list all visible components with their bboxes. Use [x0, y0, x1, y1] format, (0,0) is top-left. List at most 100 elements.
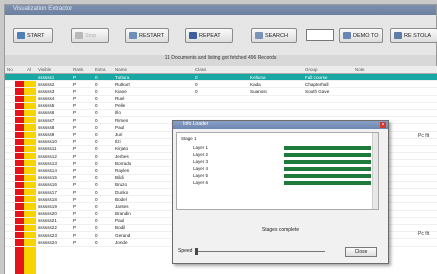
tree-item[interactable]: Layer 6 [193, 180, 208, 185]
cell-id: ssssss7 [38, 117, 55, 123]
cell-name: Juri [115, 132, 123, 137]
window-title: Visualization Extractor [13, 6, 73, 12]
cell-a: P [73, 88, 77, 94]
cell-a: P [73, 196, 77, 202]
cell-b: 0 [95, 239, 98, 245]
slider-thumb[interactable] [195, 248, 198, 255]
cell-name: Tuttura [115, 74, 130, 80]
cell-name: Ilzi [115, 139, 121, 145]
cell-qty: 0 [195, 81, 198, 87]
cell-name: Bruzo [115, 182, 128, 188]
tree-item[interactable]: Layer 5 [193, 173, 208, 178]
cell-id: ssssss8 [38, 124, 55, 130]
dialog-scrollbar[interactable] [372, 133, 378, 209]
start-button[interactable]: START [13, 28, 53, 43]
cell-b: 0 [95, 132, 98, 137]
table-row[interactable]: ssssss5 P 0 Pelle [5, 103, 437, 110]
cell-name: Jonde [115, 239, 128, 245]
cell-a: P [73, 167, 77, 173]
cell-a: P [73, 74, 77, 80]
demo-to-label: DEMO TO [353, 32, 379, 39]
cell-id: ssssss23 [38, 232, 57, 238]
cell-name: Gerand [115, 232, 131, 238]
col-header-rank[interactable]: Rank [73, 67, 84, 72]
cell-id: ssssss10 [38, 139, 57, 145]
demo-to-button[interactable]: DEMO TO [339, 28, 383, 43]
tree-item[interactable]: Layer 1 [193, 145, 208, 150]
cell-id: ssssss12 [38, 153, 57, 159]
grid-header: No Al Visible Rank Extra Name Class Grou… [5, 66, 437, 74]
table-row[interactable]: ssssss1 P 0 Tuttura 0 Keltuna Fall course [5, 74, 437, 82]
cell-a: P [73, 132, 77, 137]
cell-id: ssssss18 [38, 196, 57, 202]
table-row[interactable]: ssssss4 P 0 Ruel [5, 96, 437, 103]
cell-b: 0 [95, 139, 98, 145]
cell-b: 0 [95, 103, 98, 109]
close-button[interactable]: Close [345, 247, 377, 257]
cell-b: 0 [95, 182, 98, 188]
col-header-name[interactable]: Name [115, 67, 127, 72]
cell-id: ssssss9 [38, 132, 55, 137]
col-header-al[interactable]: Al [27, 67, 31, 72]
search-button[interactable]: SEARCH [251, 28, 297, 43]
tree-item[interactable]: Layer 3 [193, 159, 208, 164]
cell-name: Rutkurt [115, 81, 130, 87]
cell-a: P [73, 225, 77, 231]
info-line: 11 Documents and listing got fetched 496… [164, 55, 277, 61]
cell-b: 0 [95, 81, 98, 87]
cell-b: 0 [95, 196, 98, 202]
cell-b: 0 [95, 110, 98, 116]
close-icon[interactable]: × [380, 122, 386, 128]
progress-bar [284, 152, 371, 157]
toolbar: START Stop RESTART REPEAT SEARCH DEMO TO… [5, 15, 437, 61]
stop-button[interactable]: Stop [71, 28, 109, 43]
search-label: SEARCH [265, 32, 288, 39]
restart-label: RESTART [139, 32, 165, 39]
table-row[interactable]: ssssss6 P 0 Illo [5, 110, 437, 118]
stop-label: Stop [85, 32, 97, 39]
table-row[interactable]: ssssss3 P 0 Kiane 0 Suanosi South Gave [5, 88, 437, 96]
col-header-group[interactable]: Group [305, 67, 318, 72]
table-row[interactable]: ssssss2 P 0 Rutkurt 0 Kada Chapterhall [5, 81, 437, 89]
progress-bar [284, 173, 371, 178]
cell-id: ssssss11 [38, 146, 57, 152]
cell-a: P [73, 139, 77, 145]
cell-b: 0 [95, 146, 98, 152]
cell-name: Kiane [115, 88, 127, 94]
cell-b: 0 [95, 225, 98, 231]
cell-id: ssssss3 [38, 88, 55, 94]
cell-name: Bildi [115, 175, 124, 181]
app-window: Visualization Extractor START Stop RESTA… [4, 4, 437, 274]
cell-name: Jerbes [115, 153, 129, 159]
cell-name: Bodel [115, 196, 127, 202]
speed-slider[interactable] [195, 248, 325, 255]
cell-id: ssssss15 [38, 175, 57, 181]
tree-root[interactable]: Stage 1 [181, 136, 197, 141]
cell-id: ssssss22 [38, 225, 57, 231]
cell-b: 0 [95, 96, 98, 102]
cell-id: ssssss2 [38, 81, 55, 87]
cell-a: P [73, 146, 77, 152]
cell-id: ssssss14 [38, 167, 57, 173]
restola-icon [394, 32, 402, 39]
cell-b: 0 [95, 232, 98, 238]
cell-a: P [73, 182, 77, 188]
tree-item[interactable]: Layer 2 [193, 152, 208, 157]
cell-a: P [73, 203, 77, 209]
cell-id: ssssss4 [38, 96, 55, 102]
cell-area: South Gave [305, 88, 330, 94]
cell-name: Dunko [115, 189, 129, 195]
search-input[interactable] [306, 29, 334, 41]
col-header-visible[interactable]: Visible [38, 67, 51, 72]
cell-id: ssssss21 [38, 218, 57, 224]
col-header-no[interactable]: No [7, 67, 13, 72]
col-header-class[interactable]: Class [195, 67, 206, 72]
cell-name: Brandin [115, 211, 131, 217]
tree-item[interactable]: Layer 4 [193, 166, 208, 171]
col-header-extra[interactable]: Extra [95, 67, 106, 72]
repeat-button[interactable]: REPEAT [185, 28, 233, 43]
restart-button[interactable]: RESTART [125, 28, 169, 43]
col-header-note[interactable]: Note [355, 67, 365, 72]
restola-button[interactable]: RE STOLA [390, 28, 437, 43]
cell-b: 0 [95, 211, 98, 217]
